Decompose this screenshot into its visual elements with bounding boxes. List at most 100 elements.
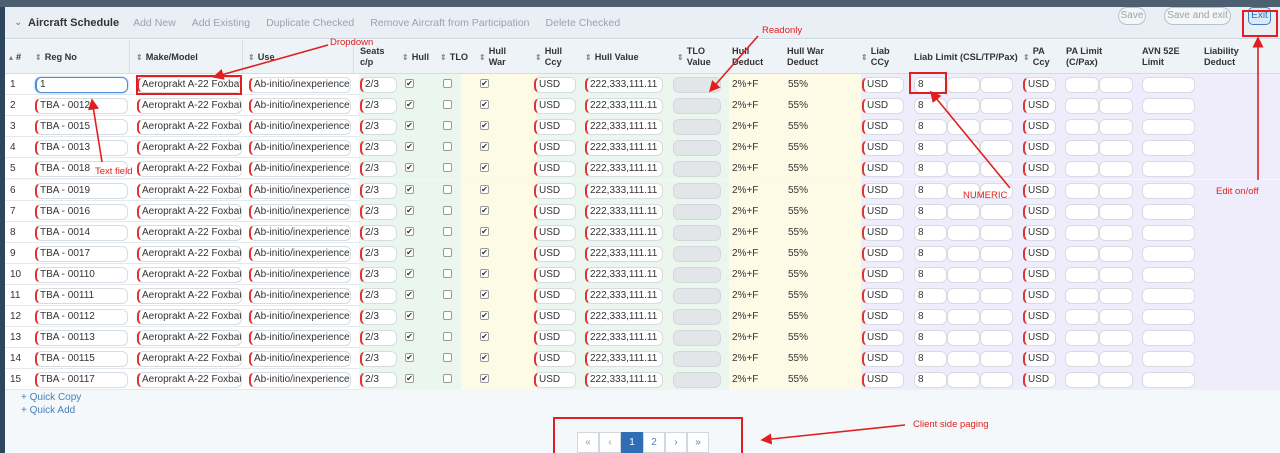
reg-no-input[interactable]: TBA - 0017 bbox=[35, 245, 128, 262]
hull-checkbox[interactable]: ✔ bbox=[405, 121, 414, 131]
add-new-button[interactable]: Add New bbox=[133, 17, 176, 29]
col-pa-limit-header[interactable]: PA Limit (C/Pax) bbox=[1066, 40, 1126, 74]
hull-ccy-select[interactable]: USD bbox=[534, 77, 576, 93]
liab-limit-tp-input[interactable] bbox=[947, 203, 980, 220]
hull-checkbox[interactable]: ✔ bbox=[405, 374, 414, 384]
avn52e-limit-input[interactable] bbox=[1142, 266, 1195, 283]
make-model-select[interactable]: Aeroprakt A-22 Foxbat bbox=[137, 288, 242, 304]
hull-war-checkbox[interactable]: ✔ bbox=[480, 268, 489, 278]
reg-no-input[interactable]: TBA - 00117 bbox=[35, 372, 128, 389]
pa-limit-pax-input[interactable] bbox=[1099, 203, 1133, 220]
liab-limit-csl-input[interactable]: 8 bbox=[914, 288, 947, 304]
liab-limit-csl-input[interactable]: 8 bbox=[914, 330, 947, 347]
hull-ccy-select[interactable]: USD bbox=[534, 309, 576, 326]
seats-input[interactable]: 2/3 bbox=[360, 266, 397, 283]
col-hull-value-header[interactable]: ⇕ Hull Value bbox=[585, 40, 639, 74]
use-select[interactable]: Ab-initio/inexperienced bbox=[249, 119, 351, 136]
pa-ccy-select[interactable]: USD bbox=[1023, 351, 1056, 368]
hull-value-input[interactable]: 222,333,111.11 bbox=[585, 224, 663, 241]
pa-limit-pax-input[interactable] bbox=[1099, 77, 1133, 93]
reg-no-input[interactable]: TBA - 0015 bbox=[35, 119, 128, 136]
pa-limit-pax-input[interactable] bbox=[1099, 372, 1133, 389]
pa-limit-c-input[interactable] bbox=[1065, 140, 1099, 157]
hull-value-input[interactable]: 222,333,111.11 bbox=[585, 182, 663, 199]
pa-limit-c-input[interactable] bbox=[1065, 119, 1099, 136]
liab-limit-pax-input[interactable] bbox=[980, 309, 1013, 326]
save-and-exit-button[interactable]: Save and exit bbox=[1164, 7, 1231, 25]
liab-limit-pax-input[interactable] bbox=[980, 288, 1013, 304]
hull-war-checkbox[interactable]: ✔ bbox=[480, 100, 489, 110]
pa-limit-c-input[interactable] bbox=[1065, 224, 1099, 241]
hull-value-input[interactable]: 222,333,111.11 bbox=[585, 330, 663, 347]
liab-limit-tp-input[interactable] bbox=[947, 330, 980, 347]
col-hull-header[interactable]: ⇕ Hull bbox=[402, 40, 429, 74]
make-model-select[interactable]: Aeroprakt A-22 Foxbat bbox=[137, 140, 242, 157]
tlo-checkbox[interactable] bbox=[443, 79, 452, 88]
use-select[interactable]: Ab-initio/inexperienced bbox=[249, 288, 351, 304]
hull-ccy-select[interactable]: USD bbox=[534, 330, 576, 347]
liab-limit-csl-input[interactable]: 8 bbox=[914, 182, 947, 199]
duplicate-checked-button[interactable]: Duplicate Checked bbox=[266, 17, 354, 29]
hull-checkbox[interactable]: ✔ bbox=[405, 205, 414, 215]
pa-limit-pax-input[interactable] bbox=[1099, 182, 1133, 199]
seats-input[interactable]: 2/3 bbox=[360, 203, 397, 220]
make-model-select[interactable]: Aeroprakt A-22 Foxbat bbox=[137, 266, 242, 283]
make-model-select[interactable]: Aeroprakt A-22 Foxbat bbox=[137, 182, 242, 199]
hull-ccy-select[interactable]: USD bbox=[534, 245, 576, 262]
liab-ccy-select[interactable]: USD bbox=[862, 372, 904, 389]
hull-war-checkbox[interactable]: ✔ bbox=[480, 163, 489, 173]
hull-ccy-select[interactable]: USD bbox=[534, 140, 576, 157]
liab-limit-pax-input[interactable] bbox=[980, 119, 1013, 136]
liab-ccy-select[interactable]: USD bbox=[862, 203, 904, 220]
hull-war-checkbox[interactable]: ✔ bbox=[480, 374, 489, 384]
use-select[interactable]: Ab-initio/inexperienced bbox=[249, 140, 351, 157]
hull-war-checkbox[interactable]: ✔ bbox=[480, 121, 489, 131]
pa-ccy-select[interactable]: USD bbox=[1023, 98, 1056, 115]
hull-war-checkbox[interactable]: ✔ bbox=[480, 247, 489, 257]
pa-limit-c-input[interactable] bbox=[1065, 77, 1099, 93]
liab-limit-csl-input[interactable]: 8 bbox=[914, 266, 947, 283]
reg-no-input[interactable]: TBA - 0019 bbox=[35, 182, 128, 199]
remove-aircraft-button[interactable]: Remove Aircraft from Participation bbox=[370, 17, 529, 29]
use-select[interactable]: Ab-initio/inexperienced bbox=[249, 203, 351, 220]
use-select[interactable]: Ab-initio/inexperienced bbox=[249, 309, 351, 326]
seats-input[interactable]: 2/3 bbox=[360, 245, 397, 262]
hull-war-checkbox[interactable]: ✔ bbox=[480, 311, 489, 321]
use-select[interactable]: Ab-initio/inexperienced bbox=[249, 372, 351, 389]
avn52e-limit-input[interactable] bbox=[1142, 98, 1195, 115]
avn52e-limit-input[interactable] bbox=[1142, 330, 1195, 347]
hull-value-input[interactable]: 222,333,111.11 bbox=[585, 203, 663, 220]
liab-limit-tp-input[interactable] bbox=[947, 245, 980, 262]
tlo-checkbox[interactable] bbox=[443, 121, 452, 131]
liab-limit-tp-input[interactable] bbox=[947, 372, 980, 389]
pa-limit-c-input[interactable] bbox=[1065, 351, 1099, 368]
pa-ccy-select[interactable]: USD bbox=[1023, 203, 1056, 220]
tlo-checkbox[interactable] bbox=[443, 332, 452, 342]
liab-limit-tp-input[interactable] bbox=[947, 224, 980, 241]
use-select[interactable]: Ab-initio/inexperienced bbox=[249, 266, 351, 283]
liab-limit-pax-input[interactable] bbox=[980, 330, 1013, 347]
avn52e-limit-input[interactable] bbox=[1142, 309, 1195, 326]
use-select[interactable]: Ab-initio/inexperienced bbox=[249, 98, 351, 115]
reg-no-input[interactable]: TBA - 00112 bbox=[35, 309, 128, 326]
hull-value-input[interactable]: 222,333,111.11 bbox=[585, 77, 663, 93]
hull-value-input[interactable]: 222,333,111.11 bbox=[585, 119, 663, 136]
make-model-select[interactable]: Aeroprakt A-22 Foxbat bbox=[137, 119, 242, 136]
liab-limit-pax-input[interactable] bbox=[980, 98, 1013, 115]
hull-value-input[interactable]: 222,333,111.11 bbox=[585, 309, 663, 326]
seats-input[interactable]: 2/3 bbox=[360, 351, 397, 368]
tlo-checkbox[interactable] bbox=[443, 374, 452, 384]
reg-no-input[interactable]: TBA - 00110 bbox=[35, 266, 128, 283]
reg-no-input[interactable]: TBA - 00111 bbox=[35, 288, 128, 304]
pa-limit-pax-input[interactable] bbox=[1099, 309, 1133, 326]
chevron-down-icon[interactable]: ⌄ bbox=[14, 17, 24, 28]
use-select[interactable]: Ab-initio/inexperienced bbox=[249, 351, 351, 368]
hull-ccy-select[interactable]: USD bbox=[534, 266, 576, 283]
make-model-select[interactable]: Aeroprakt A-22 Foxbat bbox=[137, 330, 242, 347]
hull-value-input[interactable]: 222,333,111.11 bbox=[585, 161, 663, 178]
reg-no-input[interactable]: TBA - 0016 bbox=[35, 203, 128, 220]
pa-ccy-select[interactable]: USD bbox=[1023, 309, 1056, 326]
tlo-checkbox[interactable] bbox=[443, 311, 452, 321]
seats-input[interactable]: 2/3 bbox=[360, 372, 397, 389]
hull-checkbox[interactable]: ✔ bbox=[405, 100, 414, 110]
